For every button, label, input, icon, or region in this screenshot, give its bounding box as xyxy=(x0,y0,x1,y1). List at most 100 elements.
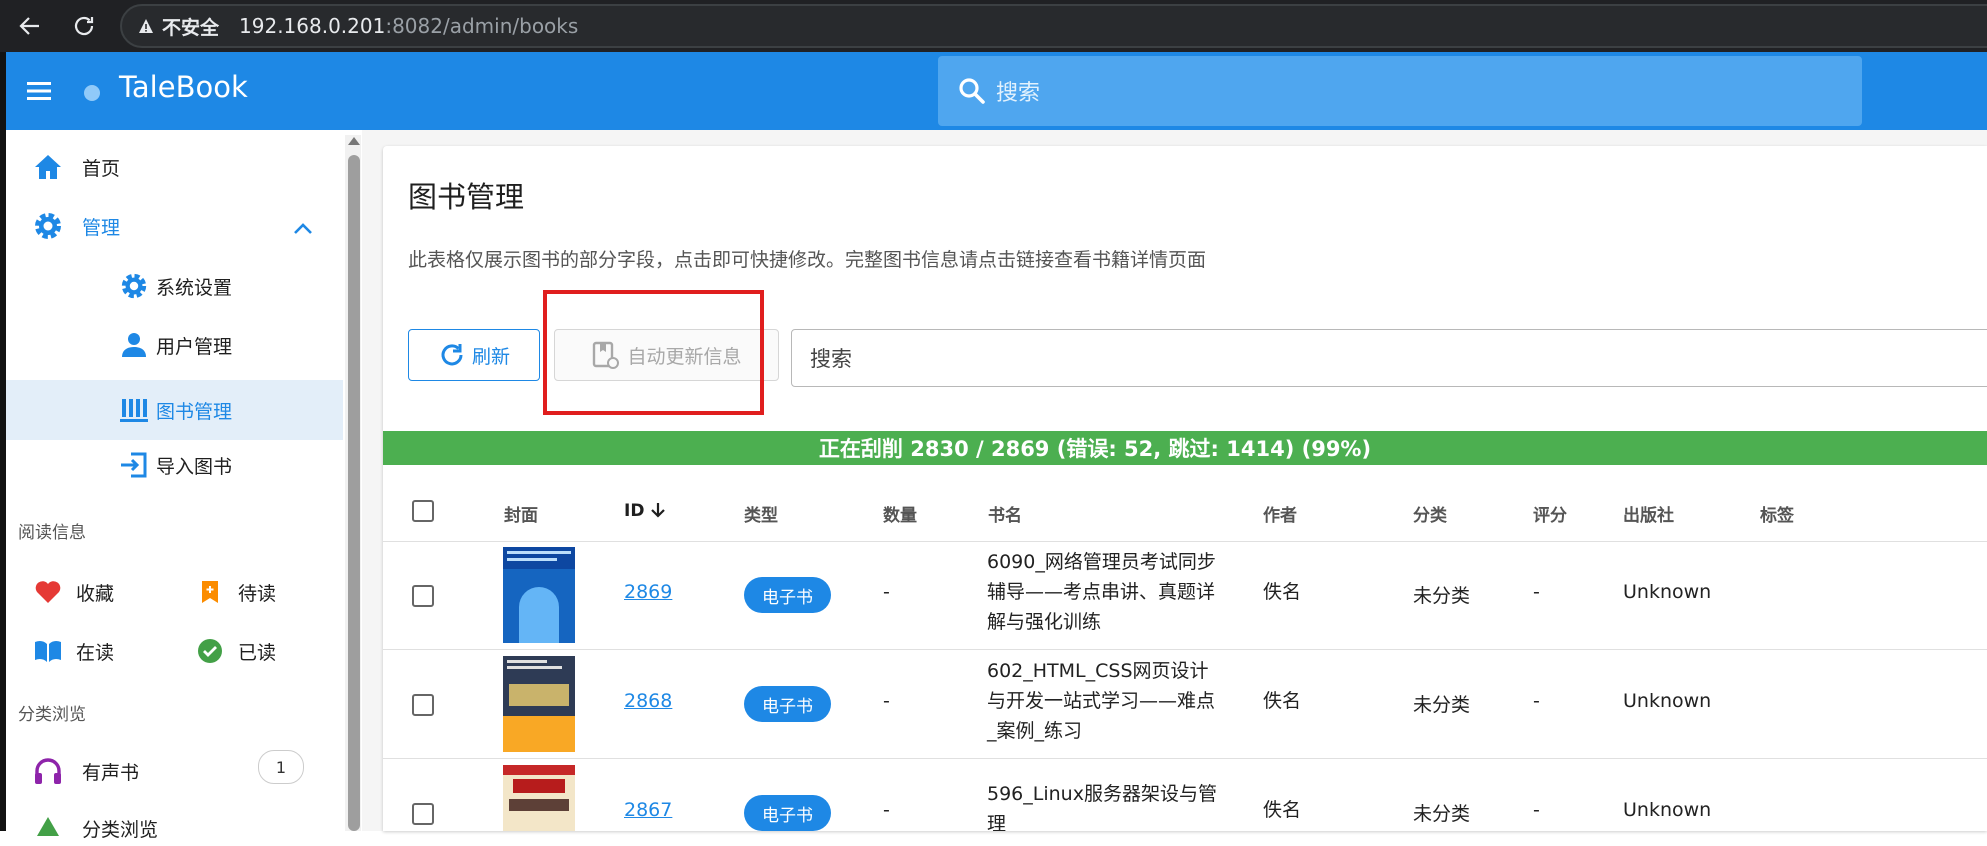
reading-finished[interactable]: 已读 xyxy=(192,633,276,669)
book-publisher[interactable]: Unknown xyxy=(1623,581,1711,603)
sidebar-item-home[interactable]: 首页 xyxy=(30,149,120,185)
gear-icon xyxy=(116,268,152,304)
heart-icon xyxy=(30,574,66,610)
book-cover-image[interactable] xyxy=(503,656,575,752)
row-checkbox[interactable] xyxy=(412,694,434,716)
type-chip[interactable]: 电子书 xyxy=(744,686,831,722)
sidebar-item-label: 导入图书 xyxy=(156,455,233,478)
book-cover-image[interactable] xyxy=(503,547,575,643)
book-id[interactable]: 2869 xyxy=(624,581,672,603)
reading-in-progress[interactable]: 在读 xyxy=(30,633,114,669)
reading-label: 在读 xyxy=(76,641,115,664)
audiobooks-count-badge: 1 xyxy=(258,750,304,784)
browser-toolbar: 不安全 192.168.0.201:8082/admin/books xyxy=(0,0,1987,52)
type-chip[interactable]: 电子书 xyxy=(744,577,831,613)
address-bar[interactable]: 不安全 192.168.0.201:8082/admin/books xyxy=(120,4,1987,48)
sidebar-scrollbar-thumb[interactable] xyxy=(348,155,360,831)
sidebar-item-admin[interactable]: 管理 xyxy=(30,208,120,244)
sidebar: 首页 管理 系统设置 用户管理 图书管理 导入图书 阅读信息 收藏 待读 在读 … xyxy=(0,130,362,841)
page-description: 此表格仅展示图书的部分字段，点击即可快捷修改。完整图书信息请点击链接查看书籍详情… xyxy=(408,249,1207,271)
sidebar-item-label: 图书管理 xyxy=(156,400,233,423)
book-publisher[interactable]: Unknown xyxy=(1623,690,1711,712)
reload-icon xyxy=(74,16,94,36)
select-all-checkbox[interactable] xyxy=(412,500,434,522)
warning-icon xyxy=(139,19,153,33)
reading-favorites[interactable]: 收藏 xyxy=(30,574,114,610)
books-library-icon xyxy=(116,392,152,428)
global-search-input[interactable]: 搜索 xyxy=(938,56,1862,126)
sidebar-item-settings[interactable]: 系统设置 xyxy=(116,268,232,304)
book-author[interactable]: 佚名 xyxy=(1263,795,1301,822)
book-id-link[interactable]: 2869 xyxy=(624,581,672,603)
row-checkbox[interactable] xyxy=(412,803,434,825)
refresh-label: 刷新 xyxy=(471,345,510,368)
book-count[interactable]: - xyxy=(883,799,890,821)
book-id-link[interactable]: 2867 xyxy=(624,799,672,821)
book-cover-image[interactable] xyxy=(503,765,575,831)
book-publisher[interactable]: Unknown xyxy=(1623,799,1711,821)
book-author[interactable]: 佚名 xyxy=(1263,686,1301,713)
book-category[interactable]: 未分类 xyxy=(1413,581,1470,608)
header-rating[interactable]: 评分 xyxy=(1533,501,1567,526)
security-warning[interactable]: 不安全 xyxy=(138,13,219,40)
hamburger-menu-icon[interactable] xyxy=(24,78,54,104)
book-title[interactable]: 596_Linux服务器架设与管理 xyxy=(987,779,1222,831)
header-type[interactable]: 类型 xyxy=(744,501,778,526)
table-search-placeholder: 搜索 xyxy=(810,347,852,371)
header-category[interactable]: 分类 xyxy=(1413,501,1447,526)
chevron-up-icon[interactable] xyxy=(292,222,314,236)
global-search-placeholder: 搜索 xyxy=(996,81,1041,106)
url-host: 192.168.0.201 xyxy=(239,14,386,38)
table-header: 封面 ID 类型 数量 书名 作者 分类 评分 出版社 标签 xyxy=(383,483,1987,542)
sidebar-item-audiobooks[interactable]: 有声书 xyxy=(30,753,139,789)
category-triangle-icon xyxy=(30,810,66,846)
section-label-reading: 阅读信息 xyxy=(18,523,86,543)
url-path: :8082/admin/books xyxy=(385,14,579,38)
book-title[interactable]: 602_HTML_CSS网页设计与开发一站式学习——难点_案例_练习 xyxy=(987,656,1222,746)
reading-label: 已读 xyxy=(238,641,277,664)
book-rating[interactable]: - xyxy=(1533,799,1540,821)
section-label-categories: 分类浏览 xyxy=(18,705,86,725)
app-title[interactable]: TaleBook xyxy=(119,70,248,104)
header-publisher[interactable]: 出版社 xyxy=(1623,501,1674,526)
book-title[interactable]: 6090_网络管理员考试同步辅导——考点串讲、真题详解与强化训练 xyxy=(987,547,1222,637)
check-circle-icon xyxy=(192,633,228,669)
home-icon xyxy=(30,149,66,185)
book-id[interactable]: 2868 xyxy=(624,690,672,712)
sidebar-item-import[interactable]: 导入图书 xyxy=(116,447,232,483)
scroll-up-arrow-icon[interactable] xyxy=(348,137,360,145)
book-count[interactable]: - xyxy=(883,690,890,712)
back-button[interactable] xyxy=(6,2,54,50)
refresh-icon xyxy=(441,344,463,366)
header-count[interactable]: 数量 xyxy=(883,501,917,526)
header-id[interactable]: ID xyxy=(624,501,666,521)
header-cover[interactable]: 封面 xyxy=(504,501,538,526)
sidebar-item-books[interactable]: 图书管理 xyxy=(6,380,343,440)
reading-label: 待读 xyxy=(238,582,277,605)
book-author[interactable]: 佚名 xyxy=(1263,577,1301,604)
header-author[interactable]: 作者 xyxy=(1263,501,1297,526)
refresh-button[interactable]: 刷新 xyxy=(408,329,540,381)
url-text: 192.168.0.201:8082/admin/books xyxy=(239,14,578,38)
book-count[interactable]: - xyxy=(883,581,890,603)
book-category[interactable]: 未分类 xyxy=(1413,690,1470,717)
book-rating[interactable]: - xyxy=(1533,581,1540,603)
book-id-link[interactable]: 2868 xyxy=(624,690,672,712)
book-rating[interactable]: - xyxy=(1533,690,1540,712)
reload-button[interactable] xyxy=(60,2,108,50)
book-category[interactable]: 未分类 xyxy=(1413,799,1470,826)
reading-to-read[interactable]: 待读 xyxy=(192,574,276,610)
header-title[interactable]: 书名 xyxy=(988,501,1022,526)
row-checkbox[interactable] xyxy=(412,585,434,607)
books-admin-card: 图书管理 此表格仅展示图书的部分字段，点击即可快捷修改。完整图书信息请点击链接查… xyxy=(383,146,1987,831)
logo-dot xyxy=(84,85,100,101)
type-chip[interactable]: 电子书 xyxy=(744,795,831,831)
book-id[interactable]: 2867 xyxy=(624,799,672,821)
sidebar-item-browse[interactable]: 分类浏览 xyxy=(30,810,158,846)
table-search-input[interactable]: 搜索 xyxy=(791,329,1987,387)
sidebar-item-label: 首页 xyxy=(82,157,121,180)
sidebar-item-users[interactable]: 用户管理 xyxy=(116,327,232,363)
open-book-icon xyxy=(30,633,66,669)
highlight-annotation-box xyxy=(543,290,764,415)
header-tags[interactable]: 标签 xyxy=(1760,501,1794,526)
